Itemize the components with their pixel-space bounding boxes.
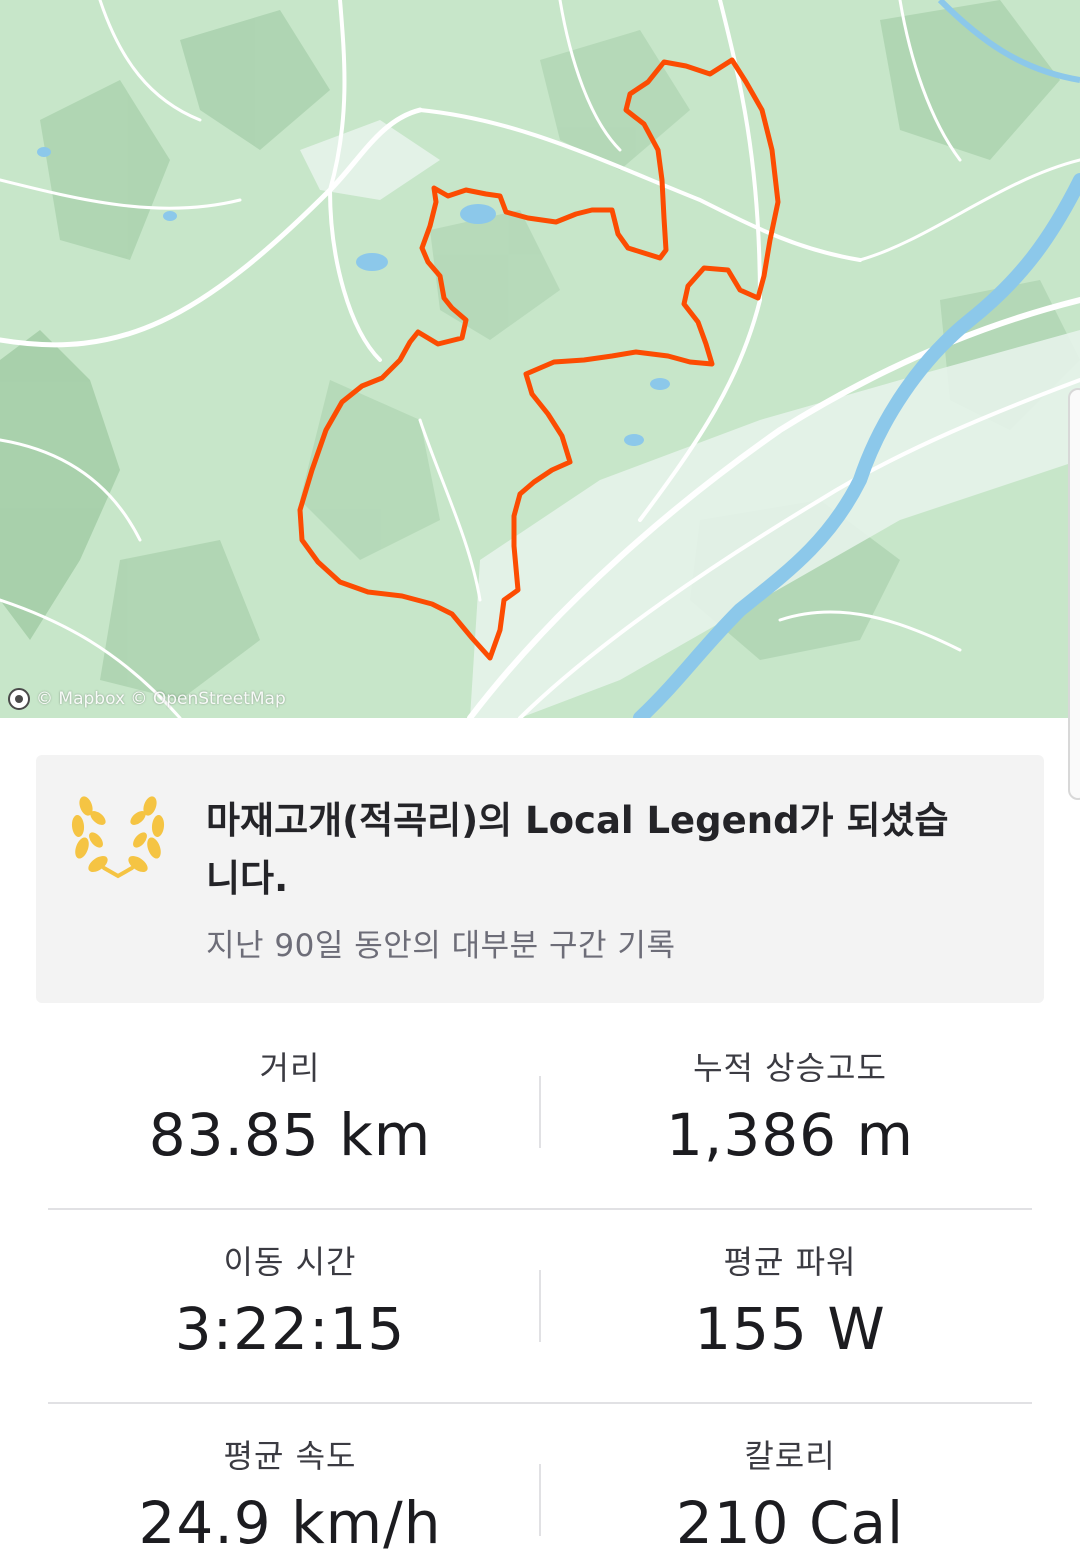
stat-avg-speed: 평균 속도 24.9 km/h: [40, 1431, 540, 1557]
map-canvas: [0, 0, 1080, 718]
legend-title: 마재고개(적곡리)의 Local Legend가 되셨습니다.: [206, 799, 949, 900]
stat-distance: 거리 83.85 km: [40, 1043, 540, 1169]
stat-value: 210 Cal: [675, 1489, 905, 1557]
stat-label: 평균 파워: [723, 1243, 857, 1281]
stat-calories: 칼로리 210 Cal: [540, 1431, 1040, 1557]
stat-value: 24.9 km/h: [138, 1489, 442, 1557]
attribution-text: © Mapbox © OpenStreetMap: [36, 689, 286, 709]
stat-value: 3:22:15: [174, 1295, 406, 1363]
stat-label: 거리: [259, 1049, 321, 1087]
stat-value: 83.85 km: [148, 1101, 432, 1169]
map-attribution[interactable]: © Mapbox © OpenStreetMap: [8, 686, 286, 712]
stat-label: 평균 속도: [223, 1437, 357, 1475]
legend-subtitle: 지난 90일 동안의 대부분 구간 기록: [206, 928, 676, 964]
row-divider: [48, 1402, 1032, 1404]
stat-value: 155 W: [694, 1295, 886, 1363]
stat-label: 누적 상승고도: [693, 1049, 887, 1087]
stat-value: 1,386 m: [666, 1101, 914, 1169]
stat-avg-power: 평균 파워 155 W: [540, 1237, 1040, 1363]
stat-moving-time: 이동 시간 3:22:15: [40, 1237, 540, 1363]
laurel-wreath-icon: [71, 796, 165, 879]
stat-elevation-gain: 누적 상승고도 1,386 m: [540, 1043, 1040, 1169]
stat-label: 칼로리: [744, 1437, 836, 1475]
mapbox-logo-icon: [8, 688, 30, 710]
row-divider: [48, 1208, 1032, 1210]
side-scroll-handle[interactable]: [1068, 388, 1080, 800]
stat-label: 이동 시간: [223, 1243, 357, 1281]
route-map[interactable]: © Mapbox © OpenStreetMap: [0, 0, 1080, 718]
